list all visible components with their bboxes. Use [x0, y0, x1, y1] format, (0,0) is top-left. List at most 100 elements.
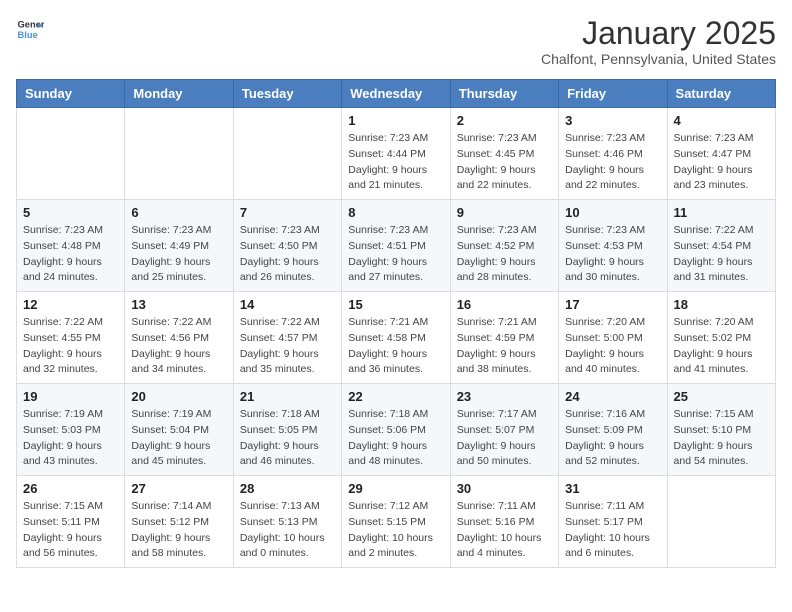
day-info: Sunrise: 7:12 AMSunset: 5:15 PMDaylight:… — [348, 499, 443, 562]
col-header-saturday: Saturday — [667, 80, 775, 108]
day-cell: 25 Sunrise: 7:15 AMSunset: 5:10 PMDayligh… — [667, 384, 775, 476]
day-info: Sunrise: 7:18 AMSunset: 5:05 PMDaylight:… — [240, 407, 335, 470]
day-cell — [667, 476, 775, 568]
day-number: 2 — [457, 113, 552, 128]
day-cell: 12Sunrise: 7:22 AMSunset: 4:55 PMDayligh… — [17, 292, 125, 384]
day-cell: 10 Sunrise: 7:23 AMSunset: 4:53 PMDayligh… — [559, 200, 667, 292]
day-number: 21 — [240, 389, 335, 404]
day-info: Sunrise: 7:20 AMSunset: 5:02 PMDaylight:… — [674, 315, 769, 378]
day-info: Sunrise: 7:23 AMSunset: 4:53 PMDaylight:… — [565, 223, 660, 286]
day-info: Sunrise: 7:23 AMSunset: 4:46 PMDaylight:… — [565, 131, 660, 194]
day-cell — [233, 108, 341, 200]
week-row-5: 26 Sunrise: 7:15 AMSunset: 5:11 PMDayligh… — [17, 476, 776, 568]
day-cell: 7 Sunrise: 7:23 AMSunset: 4:50 PMDaylight… — [233, 200, 341, 292]
day-number: 8 — [348, 205, 443, 220]
day-number: 19 — [23, 389, 118, 404]
day-cell: 8 Sunrise: 7:23 AMSunset: 4:51 PMDaylight… — [342, 200, 450, 292]
day-info: Sunrise: 7:23 AMSunset: 4:51 PMDaylight:… — [348, 223, 443, 286]
day-number: 1 — [348, 113, 443, 128]
day-info: Sunrise: 7:23 AMSunset: 4:44 PMDaylight:… — [348, 131, 443, 194]
day-number: 29 — [348, 481, 443, 496]
day-number: 16 — [457, 297, 552, 312]
day-number: 10 — [565, 205, 660, 220]
day-info: Sunrise: 7:20 AMSunset: 5:00 PMDaylight:… — [565, 315, 660, 378]
col-header-thursday: Thursday — [450, 80, 558, 108]
calendar-table: SundayMondayTuesdayWednesdayThursdayFrid… — [16, 79, 776, 568]
day-number: 7 — [240, 205, 335, 220]
day-number: 26 — [23, 481, 118, 496]
day-cell: 17 Sunrise: 7:20 AMSunset: 5:00 PMDayligh… — [559, 292, 667, 384]
day-info: Sunrise: 7:23 AMSunset: 4:49 PMDaylight:… — [131, 223, 226, 286]
title-block: January 2025 Chalfont, Pennsylvania, Uni… — [541, 16, 776, 67]
day-cell: 5Sunrise: 7:23 AMSunset: 4:48 PMDaylight… — [17, 200, 125, 292]
day-number: 18 — [674, 297, 769, 312]
day-number: 5 — [23, 205, 118, 220]
day-number: 24 — [565, 389, 660, 404]
col-header-sunday: Sunday — [17, 80, 125, 108]
day-number: 25 — [674, 389, 769, 404]
day-number: 6 — [131, 205, 226, 220]
day-info: Sunrise: 7:11 AMSunset: 5:17 PMDaylight:… — [565, 499, 660, 562]
day-number: 27 — [131, 481, 226, 496]
day-number: 12 — [23, 297, 118, 312]
day-info: Sunrise: 7:21 AMSunset: 4:59 PMDaylight:… — [457, 315, 552, 378]
day-info: Sunrise: 7:21 AMSunset: 4:58 PMDaylight:… — [348, 315, 443, 378]
day-cell: 1 Sunrise: 7:23 AMSunset: 4:44 PMDaylight… — [342, 108, 450, 200]
day-cell — [17, 108, 125, 200]
day-cell: 4Sunrise: 7:23 AMSunset: 4:47 PMDaylight… — [667, 108, 775, 200]
day-info: Sunrise: 7:19 AMSunset: 5:03 PMDaylight:… — [23, 407, 118, 470]
day-number: 28 — [240, 481, 335, 496]
day-cell: 21 Sunrise: 7:18 AMSunset: 5:05 PMDayligh… — [233, 384, 341, 476]
day-cell: 31 Sunrise: 7:11 AMSunset: 5:17 PMDayligh… — [559, 476, 667, 568]
day-number: 20 — [131, 389, 226, 404]
day-info: Sunrise: 7:15 AMSunset: 5:11 PMDaylight:… — [23, 499, 118, 562]
day-number: 17 — [565, 297, 660, 312]
day-info: Sunrise: 7:22 AMSunset: 4:56 PMDaylight:… — [131, 315, 226, 378]
svg-text:Blue: Blue — [18, 30, 38, 40]
day-info: Sunrise: 7:22 AMSunset: 4:54 PMDaylight:… — [674, 223, 769, 286]
day-cell: 18 Sunrise: 7:20 AMSunset: 5:02 PMDayligh… — [667, 292, 775, 384]
day-info: Sunrise: 7:13 AMSunset: 5:13 PMDaylight:… — [240, 499, 335, 562]
calendar-subtitle: Chalfont, Pennsylvania, United States — [541, 51, 776, 67]
calendar-header-row: SundayMondayTuesdayWednesdayThursdayFrid… — [17, 80, 776, 108]
day-info: Sunrise: 7:16 AMSunset: 5:09 PMDaylight:… — [565, 407, 660, 470]
day-cell: 14Sunrise: 7:22 AMSunset: 4:57 PMDayligh… — [233, 292, 341, 384]
day-cell — [125, 108, 233, 200]
day-cell: 27 Sunrise: 7:14 AMSunset: 5:12 PMDayligh… — [125, 476, 233, 568]
day-number: 3 — [565, 113, 660, 128]
day-cell: 11 Sunrise: 7:22 AMSunset: 4:54 PMDayligh… — [667, 200, 775, 292]
day-number: 23 — [457, 389, 552, 404]
day-cell: 28 Sunrise: 7:13 AMSunset: 5:13 PMDayligh… — [233, 476, 341, 568]
logo: General Blue — [16, 16, 44, 44]
day-info: Sunrise: 7:14 AMSunset: 5:12 PMDaylight:… — [131, 499, 226, 562]
day-info: Sunrise: 7:11 AMSunset: 5:16 PMDaylight:… — [457, 499, 552, 562]
week-row-4: 19 Sunrise: 7:19 AMSunset: 5:03 PMDayligh… — [17, 384, 776, 476]
day-cell: 19 Sunrise: 7:19 AMSunset: 5:03 PMDayligh… — [17, 384, 125, 476]
day-number: 15 — [348, 297, 443, 312]
day-cell: 16 Sunrise: 7:21 AMSunset: 4:59 PMDayligh… — [450, 292, 558, 384]
week-row-3: 12Sunrise: 7:22 AMSunset: 4:55 PMDayligh… — [17, 292, 776, 384]
day-number: 9 — [457, 205, 552, 220]
day-info: Sunrise: 7:22 AMSunset: 4:57 PMDaylight:… — [240, 315, 335, 378]
day-cell: 26 Sunrise: 7:15 AMSunset: 5:11 PMDayligh… — [17, 476, 125, 568]
day-number: 11 — [674, 205, 769, 220]
day-number: 31 — [565, 481, 660, 496]
day-cell: 29 Sunrise: 7:12 AMSunset: 5:15 PMDayligh… — [342, 476, 450, 568]
day-info: Sunrise: 7:23 AMSunset: 4:47 PMDaylight:… — [674, 131, 769, 194]
day-info: Sunrise: 7:23 AMSunset: 4:50 PMDaylight:… — [240, 223, 335, 286]
day-cell: 24 Sunrise: 7:16 AMSunset: 5:09 PMDayligh… — [559, 384, 667, 476]
day-info: Sunrise: 7:15 AMSunset: 5:10 PMDaylight:… — [674, 407, 769, 470]
week-row-2: 5Sunrise: 7:23 AMSunset: 4:48 PMDaylight… — [17, 200, 776, 292]
logo-icon: General Blue — [16, 16, 44, 44]
page-header: General Blue January 2025 Chalfont, Penn… — [16, 16, 776, 67]
day-cell: 3 Sunrise: 7:23 AMSunset: 4:46 PMDaylight… — [559, 108, 667, 200]
day-number: 30 — [457, 481, 552, 496]
calendar-title: January 2025 — [541, 16, 776, 51]
day-info: Sunrise: 7:19 AMSunset: 5:04 PMDaylight:… — [131, 407, 226, 470]
day-info: Sunrise: 7:23 AMSunset: 4:52 PMDaylight:… — [457, 223, 552, 286]
day-cell: 13Sunrise: 7:22 AMSunset: 4:56 PMDayligh… — [125, 292, 233, 384]
day-cell: 15 Sunrise: 7:21 AMSunset: 4:58 PMDayligh… — [342, 292, 450, 384]
day-cell: 30 Sunrise: 7:11 AMSunset: 5:16 PMDayligh… — [450, 476, 558, 568]
day-cell: 22Sunrise: 7:18 AMSunset: 5:06 PMDayligh… — [342, 384, 450, 476]
col-header-tuesday: Tuesday — [233, 80, 341, 108]
